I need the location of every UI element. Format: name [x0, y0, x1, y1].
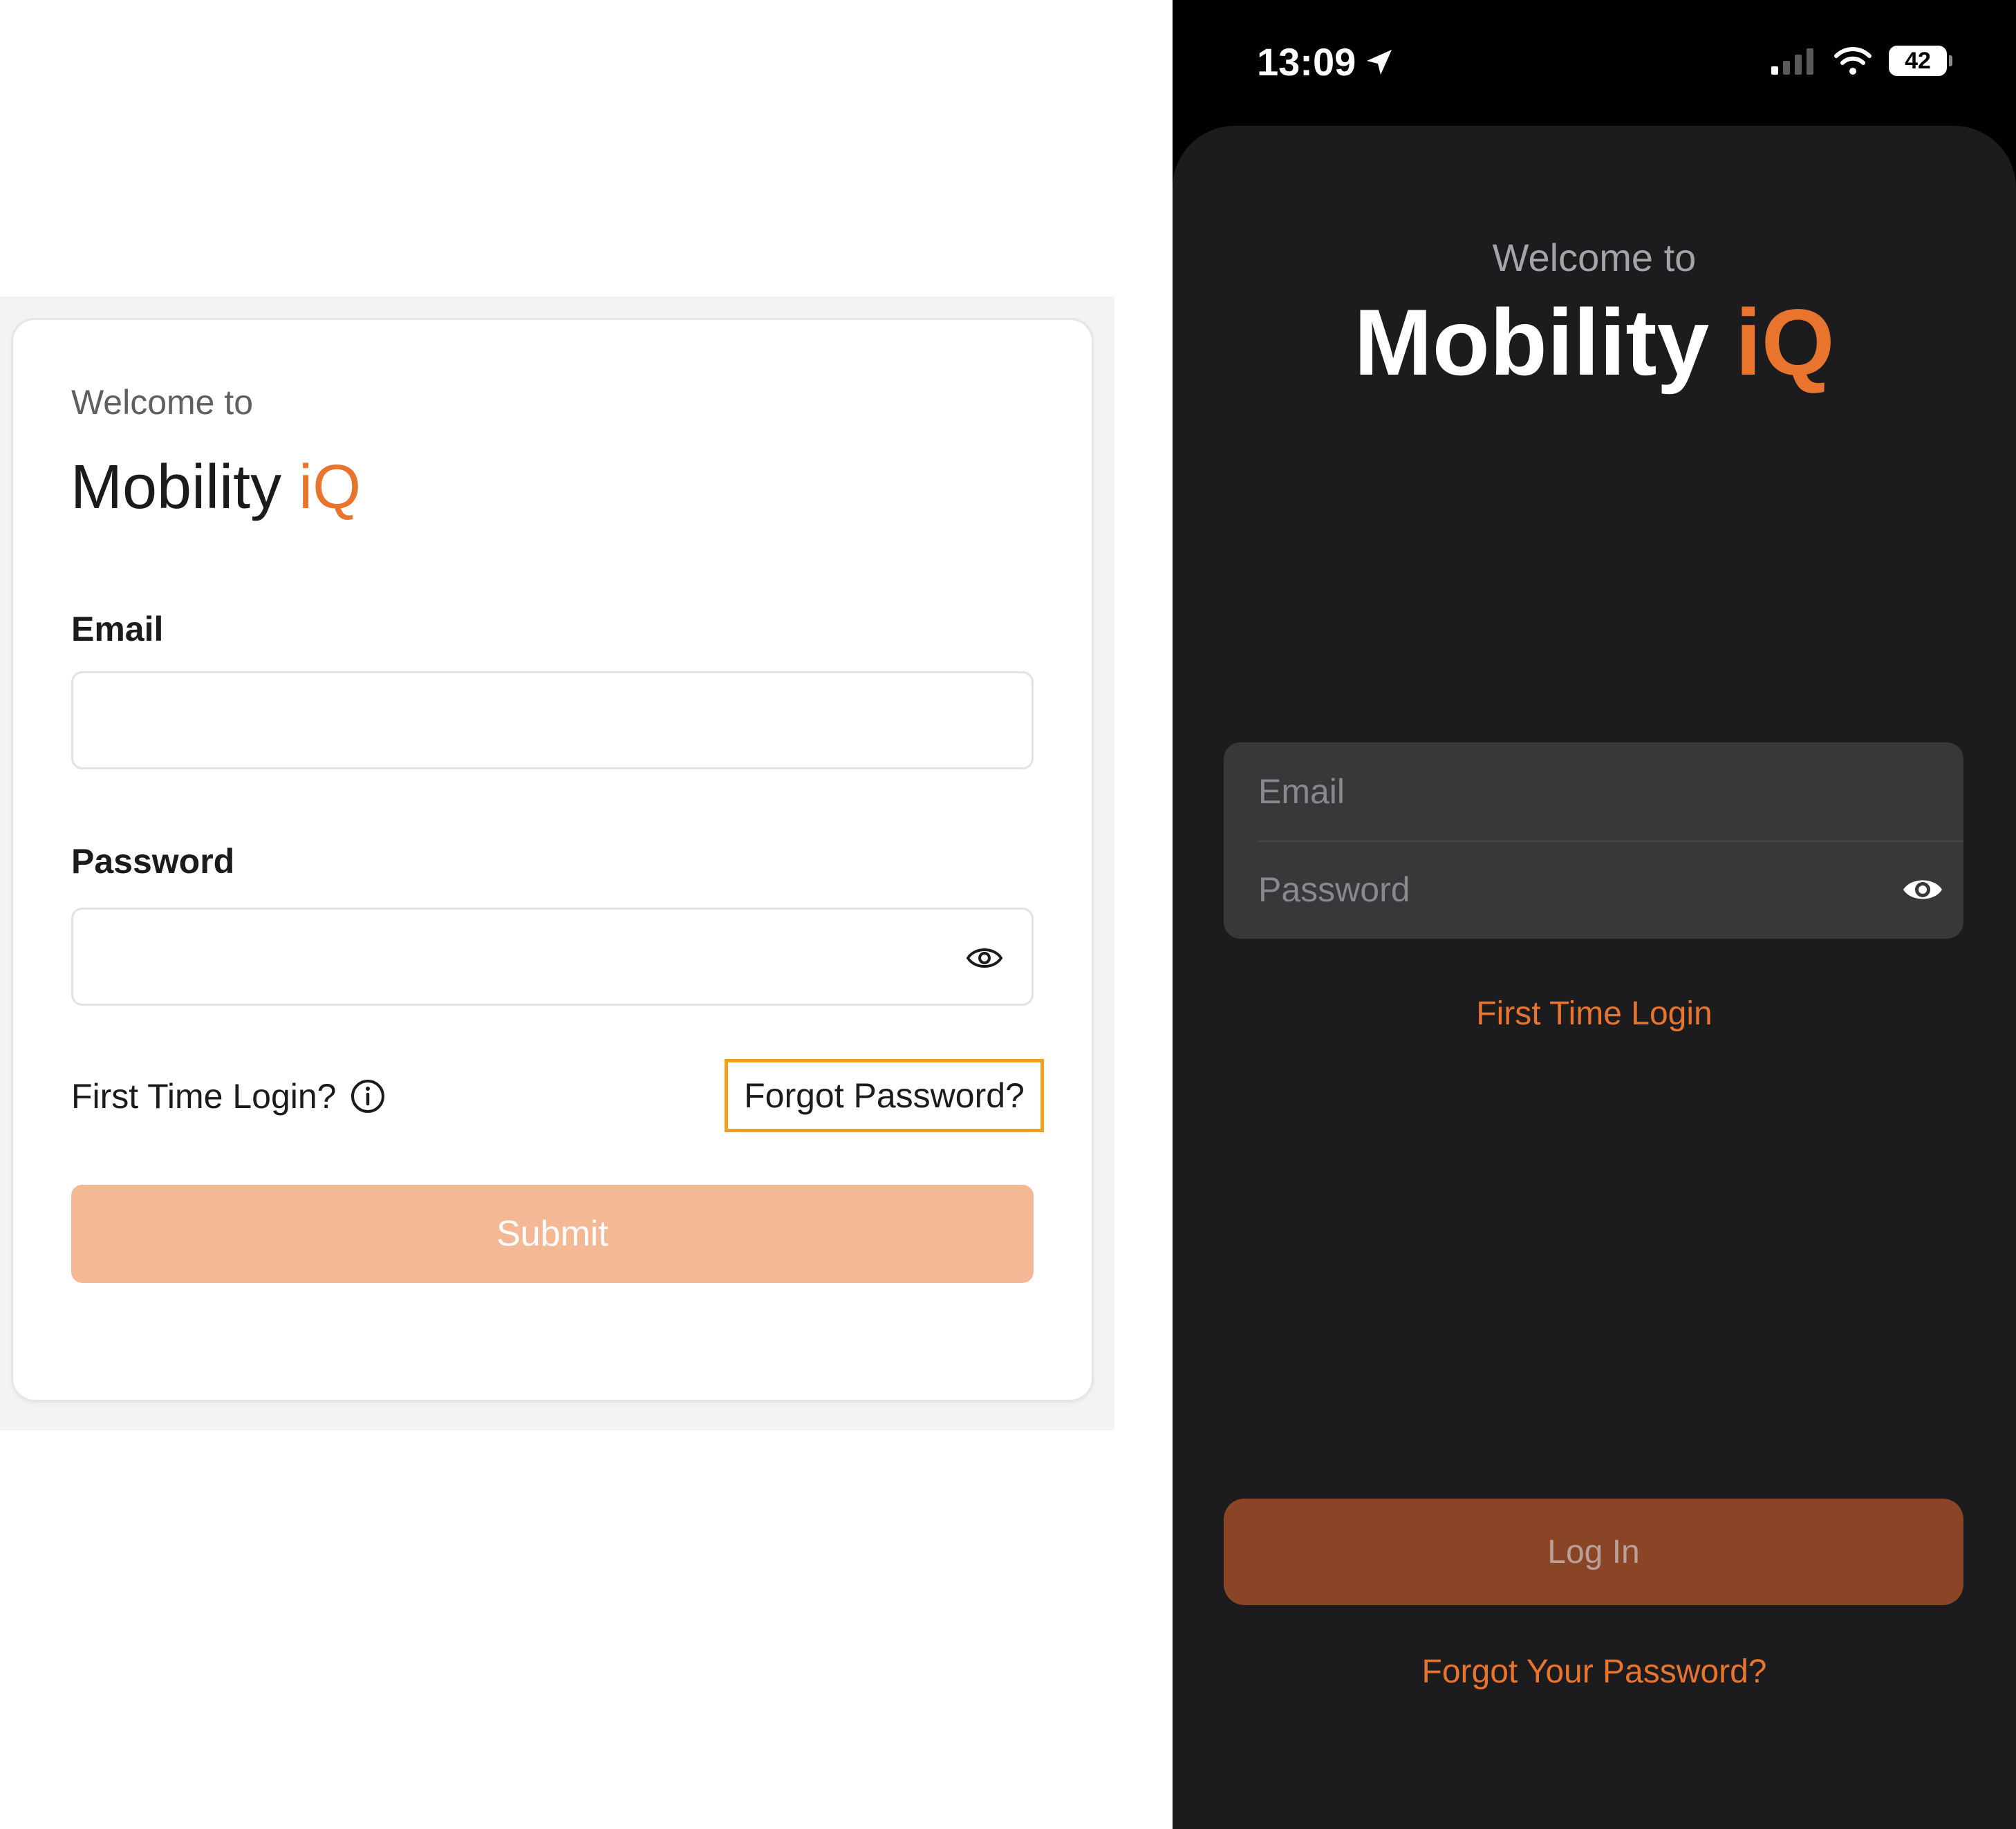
eye-icon[interactable] — [1901, 874, 1944, 906]
battery-level-text: 42 — [1905, 47, 1931, 74]
web-first-time-login-label: First Time Login? — [71, 1077, 337, 1116]
info-icon[interactable] — [350, 1078, 386, 1114]
location-arrow-icon — [1367, 50, 1392, 75]
status-bar-time: 13:09 — [1257, 40, 1394, 84]
ios-password-input[interactable] — [1224, 841, 1963, 939]
ios-forgot-password: Forgot Your Password? — [1173, 1652, 2016, 1692]
ios-brand-title: Mobility iQ — [1173, 290, 2016, 394]
wifi-icon — [1834, 47, 1872, 75]
web-email-input[interactable] — [73, 673, 1032, 767]
ios-log-in-button[interactable]: Log In — [1224, 1499, 1963, 1605]
web-email-field-box — [71, 671, 1034, 769]
eye-icon[interactable] — [965, 941, 1004, 975]
ios-email-field — [1224, 742, 1963, 841]
ios-brand-accent: iQ — [1735, 290, 1835, 395]
web-password-field-box — [71, 908, 1034, 1006]
cellular-signal-icon — [1771, 48, 1813, 75]
web-password-label: Password — [71, 842, 235, 881]
ios-password-field — [1224, 841, 1963, 939]
ios-brand-name: Mobility — [1354, 290, 1710, 395]
web-password-input[interactable] — [73, 910, 1032, 1004]
ios-screen: 13:09 42 Welcome to Mobility iQ Email Fi… — [1173, 0, 2016, 1829]
status-bar-time-text: 13:09 — [1257, 40, 1356, 84]
web-first-time-login[interactable]: First Time Login? — [71, 1076, 386, 1117]
ios-welcome-text: Welcome to — [1492, 236, 1697, 279]
ios-first-time-login: First Time Login — [1173, 994, 2016, 1034]
ios-email-input[interactable] — [1224, 742, 1963, 841]
ios-credentials-group — [1224, 742, 1963, 939]
web-submit-button[interactable]: Submit — [71, 1185, 1034, 1283]
battery-icon: 42 — [1889, 46, 1952, 76]
web-forgot-password-link[interactable]: Forgot Password? — [725, 1059, 1044, 1132]
web-welcome-text: Welcome to — [71, 383, 254, 422]
web-email-label: Email — [71, 610, 164, 648]
web-brand-title: Mobility iQ — [71, 449, 361, 525]
web-brand-accent: iQ — [299, 453, 362, 522]
status-bar-indicators: 42 — [1771, 46, 1952, 76]
web-brand-name: Mobility — [71, 453, 282, 522]
ios-forgot-password-link[interactable]: Forgot Your Password? — [1422, 1653, 1767, 1690]
ios-first-time-login-link[interactable]: First Time Login — [1476, 995, 1712, 1032]
